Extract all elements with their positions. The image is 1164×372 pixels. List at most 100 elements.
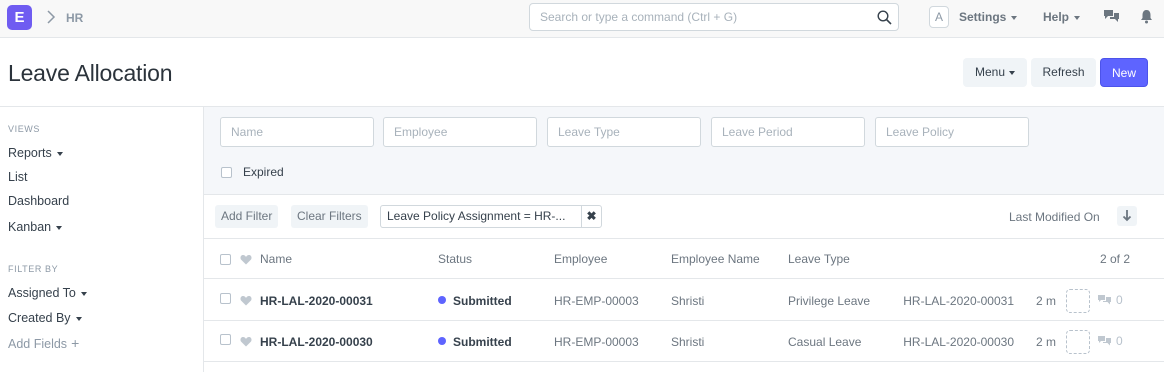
comment-count-value: 0 xyxy=(1116,334,1123,348)
caret-down-icon xyxy=(1074,15,1081,20)
sidebar-item-kanban[interactable]: Kanban xyxy=(8,220,63,234)
row-modified: 2 m xyxy=(1036,294,1057,308)
new-button[interactable]: New xyxy=(1100,58,1148,87)
menu-label: Menu xyxy=(974,65,1006,79)
row-employee: HR-EMP-00003 xyxy=(554,294,639,308)
heart-icon[interactable] xyxy=(240,295,252,306)
sidebar-item-created-by[interactable]: Created By xyxy=(8,311,82,325)
add-fields-button[interactable]: Add Fields + xyxy=(8,335,79,351)
status-label: Submitted xyxy=(453,335,512,349)
search-icon[interactable] xyxy=(877,10,892,25)
row-employee-name: Shristi xyxy=(671,335,705,349)
caret-down-icon xyxy=(1009,70,1016,75)
filter-by-heading: FILTER BY xyxy=(8,264,59,274)
sidebar-item-assigned-to[interactable]: Assigned To xyxy=(8,286,87,300)
row-leave-type: Casual Leave xyxy=(788,335,862,349)
sort-order-button[interactable] xyxy=(1117,206,1137,226)
row-name-link[interactable]: HR-LAL-2020-00031 xyxy=(260,294,373,308)
caret-down-icon xyxy=(1011,15,1018,20)
status-indicator: Submitted xyxy=(438,294,512,308)
settings-dropdown[interactable]: Settings xyxy=(959,10,1018,24)
row-reference-text: HR-LAL-2020-00030 xyxy=(903,335,1014,349)
leave-policy-filter-input[interactable] xyxy=(875,117,1029,147)
refresh-button[interactable]: Refresh xyxy=(1031,58,1096,87)
add-filter-button[interactable]: Add Filter xyxy=(215,205,279,228)
remove-filter-icon[interactable]: ✖ xyxy=(581,206,601,227)
filter-bar: Add Filter Clear Filters Leave Policy As… xyxy=(204,196,1164,239)
row-reference: HR-LAL-2020-00031 xyxy=(901,294,1014,308)
assignee-avatar-placeholder[interactable] xyxy=(1066,289,1090,313)
comment-count: 0 xyxy=(1097,293,1123,307)
expired-label: Expired xyxy=(243,165,284,179)
heart-icon[interactable] xyxy=(240,254,252,265)
record-count: 2 of 2 xyxy=(1100,252,1131,266)
assignee-avatar-placeholder[interactable] xyxy=(1066,330,1090,354)
leave-period-filter-input[interactable] xyxy=(711,117,865,147)
clear-filters-button[interactable]: Clear Filters xyxy=(291,205,368,228)
comment-icon xyxy=(1098,336,1111,346)
sidebar-item-label: Assigned To xyxy=(8,286,76,300)
leave-type-filter-input[interactable] xyxy=(547,117,701,147)
list-panel: Expired Add Filter Clear Filters Leave P… xyxy=(203,107,1164,372)
row-name-link[interactable]: HR-LAL-2020-00030 xyxy=(260,335,373,349)
navbar: E HR A Settings Help xyxy=(0,0,1164,38)
views-heading: VIEWS xyxy=(8,124,41,134)
column-header-name[interactable]: Name xyxy=(260,252,292,266)
sidebar-item-label: Created By xyxy=(8,311,71,325)
comment-count: 0 xyxy=(1097,334,1123,348)
menu-button[interactable]: Menu xyxy=(963,58,1027,87)
caret-down-icon xyxy=(75,316,82,321)
status-label: Submitted xyxy=(453,294,512,308)
list-header: Name Status Employee Employee Name Leave… xyxy=(204,240,1164,279)
sidebar-item-reports[interactable]: Reports xyxy=(8,146,63,160)
search-bar xyxy=(529,3,899,31)
chat-icon[interactable] xyxy=(1103,9,1120,24)
row-reference-text: HR-LAL-2020-00031 xyxy=(903,294,1014,308)
caret-down-icon xyxy=(56,151,63,156)
row-reference: HR-LAL-2020-00030 xyxy=(901,335,1014,349)
notification-bell-icon[interactable] xyxy=(1140,9,1153,24)
sidebar-item-dashboard[interactable]: Dashboard xyxy=(8,194,69,208)
column-header-employee[interactable]: Employee xyxy=(554,252,607,266)
row-leave-type: Privilege Leave xyxy=(788,294,871,308)
comment-count-value: 0 xyxy=(1116,293,1123,307)
column-header-leave-type[interactable]: Leave Type xyxy=(788,252,850,266)
select-all-checkbox[interactable] xyxy=(220,254,231,265)
sidebar: VIEWS Reports List Dashboard Kanban FILT… xyxy=(0,107,203,372)
row-checkbox[interactable] xyxy=(220,293,231,304)
standard-filters: Expired xyxy=(204,107,1164,195)
heart-icon[interactable] xyxy=(240,336,252,347)
active-filter-label: Leave Policy Assignment = HR-... xyxy=(387,209,566,223)
sidebar-item-label: Kanban xyxy=(8,220,52,234)
page-title: Leave Allocation xyxy=(8,60,173,86)
page-header: Leave Allocation Menu Refresh New xyxy=(0,38,1164,107)
status-dot-icon xyxy=(438,296,446,304)
sidebar-item-label: Reports xyxy=(8,146,52,160)
search-input[interactable] xyxy=(540,4,870,30)
settings-label: Settings xyxy=(959,10,1007,24)
user-avatar[interactable]: A xyxy=(929,6,949,28)
table-row[interactable]: HR-LAL-2020-00031 Submitted HR-EMP-00003… xyxy=(204,280,1164,321)
status-dot-icon xyxy=(438,337,446,345)
status-indicator: Submitted xyxy=(438,335,512,349)
expired-checkbox[interactable] xyxy=(221,167,232,178)
name-filter-input[interactable] xyxy=(220,117,374,147)
employee-filter-input[interactable] xyxy=(383,117,537,147)
sidebar-item-list[interactable]: List xyxy=(8,170,27,184)
plus-icon: + xyxy=(71,335,80,351)
row-modified: 2 m xyxy=(1036,335,1057,349)
help-dropdown[interactable]: Help xyxy=(1043,10,1081,24)
column-header-status[interactable]: Status xyxy=(438,252,472,266)
comment-icon xyxy=(1098,295,1111,305)
table-row[interactable]: HR-LAL-2020-00030 Submitted HR-EMP-00003… xyxy=(204,321,1164,362)
app-logo[interactable]: E xyxy=(7,5,32,30)
row-employee-name: Shristi xyxy=(671,294,705,308)
active-filter-tag[interactable]: Leave Policy Assignment = HR-... ✖ xyxy=(380,205,602,228)
row-checkbox[interactable] xyxy=(220,334,231,345)
sort-selector[interactable]: Last Modified On xyxy=(1009,210,1100,224)
sort-descending-icon xyxy=(1122,210,1132,222)
column-header-employee-name[interactable]: Employee Name xyxy=(671,252,760,266)
row-employee: HR-EMP-00003 xyxy=(554,335,639,349)
breadcrumb-hr[interactable]: HR xyxy=(66,11,83,25)
caret-down-icon xyxy=(56,225,63,230)
